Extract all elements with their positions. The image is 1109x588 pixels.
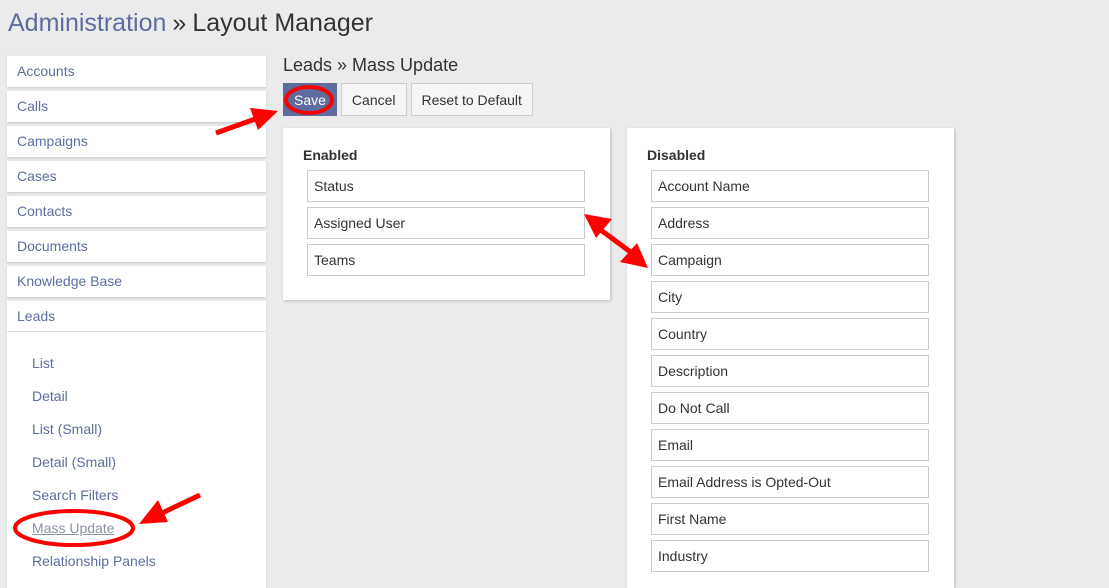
layout-link-list-small[interactable]: List (Small)	[7, 413, 266, 446]
disabled-field-email-opted-out[interactable]: Email Address is Opted-Out	[651, 466, 929, 498]
disabled-field-email[interactable]: Email	[651, 429, 929, 461]
sidebar-item-contacts[interactable]: Contacts	[7, 196, 266, 227]
layout-link-mass-update[interactable]: Mass Update	[7, 512, 266, 545]
sidebar-item-leads[interactable]: Leads	[7, 301, 266, 332]
layout-link-search-filters[interactable]: Search Filters	[7, 479, 266, 512]
disabled-field-do-not-call[interactable]: Do Not Call	[651, 392, 929, 424]
reset-to-default-button[interactable]: Reset to Default	[410, 83, 533, 116]
sidebar: Accounts Calls Campaigns Cases Contacts …	[7, 56, 266, 588]
enabled-field-status[interactable]: Status	[307, 170, 585, 202]
disabled-field-description[interactable]: Description	[651, 355, 929, 387]
sidebar-item-calls[interactable]: Calls	[7, 91, 266, 122]
breadcrumb-separator: »	[172, 9, 187, 37]
disabled-label: Disabled	[647, 147, 706, 163]
enabled-field-list: Status Assigned User Teams	[307, 170, 585, 281]
sidebar-item-accounts[interactable]: Accounts	[7, 56, 266, 87]
leads-layout-list: List Detail List (Small) Detail (Small) …	[7, 332, 266, 588]
enabled-field-teams[interactable]: Teams	[307, 244, 585, 276]
disabled-fields-panel: Disabled Account Name Address Campaign C…	[627, 128, 954, 588]
disabled-field-address[interactable]: Address	[651, 207, 929, 239]
disabled-field-industry[interactable]: Industry	[651, 540, 929, 572]
disabled-field-campaign[interactable]: Campaign	[651, 244, 929, 276]
sidebar-item-knowledge-base[interactable]: Knowledge Base	[7, 266, 266, 297]
disabled-field-first-name[interactable]: First Name	[651, 503, 929, 535]
page-header: Administration» Layout Manager	[8, 6, 373, 40]
toolbar: Save Cancel Reset to Default	[283, 83, 533, 116]
disabled-field-list: Account Name Address Campaign City Count…	[651, 170, 929, 577]
sidebar-group-leads: Leads List Detail List (Small) Detail (S…	[7, 301, 266, 588]
enabled-field-assigned-user[interactable]: Assigned User	[307, 207, 585, 239]
layout-link-list[interactable]: List	[7, 347, 266, 380]
sidebar-item-documents[interactable]: Documents	[7, 231, 266, 262]
enabled-fields-panel: Enabled Status Assigned User Teams	[283, 128, 610, 300]
layout-link-detail-small[interactable]: Detail (Small)	[7, 446, 266, 479]
cancel-button[interactable]: Cancel	[340, 83, 407, 116]
main-content: Leads » Mass Update Save Cancel Reset to…	[283, 52, 533, 116]
layout-link-relationship-panels[interactable]: Relationship Panels	[7, 545, 266, 578]
save-button[interactable]: Save	[283, 83, 337, 116]
page-title: Layout Manager	[192, 9, 373, 37]
sidebar-item-campaigns[interactable]: Campaigns	[7, 126, 266, 157]
disabled-field-account-name[interactable]: Account Name	[651, 170, 929, 202]
breadcrumb-administration-link[interactable]: Administration	[8, 9, 166, 37]
layout-link-detail[interactable]: Detail	[7, 380, 266, 413]
disabled-field-city[interactable]: City	[651, 281, 929, 313]
layout-title: Leads » Mass Update	[283, 55, 459, 75]
disabled-field-country[interactable]: Country	[651, 318, 929, 350]
sidebar-item-cases[interactable]: Cases	[7, 161, 266, 192]
enabled-label: Enabled	[303, 147, 358, 163]
